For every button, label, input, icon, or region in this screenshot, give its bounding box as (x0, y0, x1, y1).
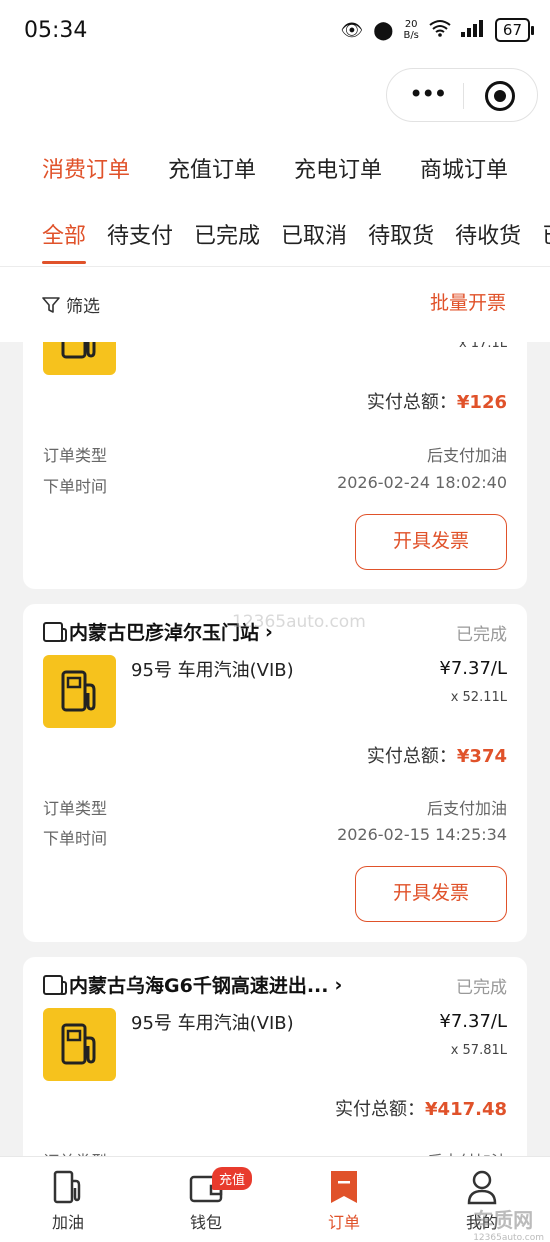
net-speed: 20 B/s (403, 19, 418, 41)
issue-invoice-button[interactable]: 开具发票 (355, 514, 507, 570)
total-label: 实付总额： (366, 746, 457, 767)
fuel-pump-icon (43, 1008, 116, 1081)
more-icon[interactable]: ••• (409, 82, 447, 106)
order-type-label: 订单类型 (43, 799, 108, 818)
order-type-label: 订单类型 (43, 446, 108, 465)
order-card[interactable]: 内蒙古乌海G6千钢高速进出... › 已完成 95号 车用汽油(VIB) ¥7.… (23, 957, 527, 1177)
status-icons: 👁 ⬤ 20 B/s 67 (340, 18, 535, 42)
order-time-label: 下单时间 (43, 477, 108, 496)
order-quantity: x 52.11L (450, 690, 507, 705)
order-time-value: 2026-02-15 14:25:34 (337, 825, 507, 844)
recharge-badge: 充值 (212, 1167, 253, 1190)
order-type-value: 后支付加油 (426, 799, 507, 818)
nav-label: 加油 (51, 1213, 84, 1232)
order-type-value: 后支付加油 (426, 446, 507, 465)
tab-charging-orders[interactable]: 充电订单 (294, 152, 382, 184)
tab-pending-payment[interactable]: 待支付 (107, 218, 173, 250)
net-speed-unit: B/s (403, 30, 419, 41)
order-quantity: x 57.81L (450, 1043, 507, 1058)
fuel-pump-icon (43, 655, 116, 728)
batch-invoice-button[interactable]: 批量开票 (430, 288, 506, 315)
tab-completed[interactable]: 已完成 (194, 218, 260, 250)
order-total: 实付总额：¥126 (367, 388, 507, 414)
order-category-tabs: 消费订单 充值订单 充电订单 商城订单 (42, 152, 508, 184)
order-status-tabs: 全部 待支付 已完成 已取消 待取货 待收货 已 (42, 218, 550, 264)
bottom-nav: 加油 充值 钱包 订单 我的 (0, 1156, 550, 1242)
bookmark-icon (294, 1169, 394, 1205)
tab-all[interactable]: 全部 (42, 218, 87, 264)
nav-label: 订单 (327, 1213, 360, 1232)
watermark: 12365auto.com (232, 612, 366, 632)
order-card[interactable]: x 17.1L 实付总额：¥126 订单类型 后支付加油 下单时间 2026-0… (23, 342, 527, 589)
nav-label: 钱包 (189, 1213, 222, 1232)
filter-button[interactable]: 筛选 (42, 292, 100, 317)
location-icon: ⬤ (373, 19, 394, 41)
order-time-label: 下单时间 (43, 829, 108, 848)
product-name: 95号 车用汽油(VIB) (131, 1013, 294, 1034)
corner-watermark-logo: 车质网 12365auto.com (473, 1204, 544, 1242)
tab-pending-pickup[interactable]: 待取货 (368, 218, 434, 250)
total-label: 实付总额： (335, 1099, 426, 1120)
funnel-icon (42, 296, 60, 313)
tabs-divider (0, 266, 550, 267)
close-miniprogram-icon[interactable] (485, 81, 515, 111)
order-time-value: 2026-02-24 18:02:40 (337, 473, 507, 492)
order-quantity: x 17.1L (458, 342, 507, 351)
unit-price: ¥7.37/L (439, 658, 507, 679)
station-name: 内蒙古乌海G6千钢高速进出... (69, 975, 329, 997)
unit-price: ¥7.37/L (439, 1011, 507, 1032)
battery-icon: 67 (494, 18, 535, 42)
issue-invoice-button[interactable]: 开具发票 (355, 866, 507, 922)
order-total: 实付总额：¥374 (367, 742, 507, 768)
total-amount: ¥126 (456, 392, 507, 413)
tab-cancelled[interactable]: 已取消 (281, 218, 347, 250)
tab-more-status[interactable]: 已 (542, 218, 550, 250)
fuel-pump-icon (43, 342, 116, 375)
tab-pending-receipt[interactable]: 待收货 (455, 218, 521, 250)
station-name-link[interactable]: 内蒙古乌海G6千钢高速进出... › (43, 971, 342, 998)
order-status: 已完成 (456, 625, 507, 645)
order-total: 实付总额：¥417.48 (335, 1095, 507, 1121)
tab-mall-orders[interactable]: 商城订单 (420, 152, 508, 184)
nav-item-fuel[interactable]: 加油 (18, 1169, 118, 1233)
tab-recharge-orders[interactable]: 充值订单 (168, 152, 256, 184)
net-speed-value: 20 (404, 19, 418, 30)
nav-item-orders[interactable]: 订单 (294, 1169, 394, 1233)
eye-icon: 👁 (340, 19, 364, 41)
station-name: 内蒙古巴彦淖尔玉门站 (69, 622, 260, 644)
chevron-right-icon: › (334, 973, 343, 996)
order-status: 已完成 (456, 978, 507, 998)
filter-label: 筛选 (66, 297, 100, 317)
corner-logo-url: 12365auto.com (473, 1233, 544, 1242)
nav-item-wallet[interactable]: 充值 钱包 (156, 1167, 256, 1233)
capsule-divider (463, 83, 464, 109)
station-pump-icon (43, 974, 67, 995)
signal-icon (460, 19, 485, 42)
order-card[interactable]: 内蒙古巴彦淖尔玉门站 › 已完成 95号 车用汽油(VIB) ¥7.37/L x… (23, 604, 527, 942)
station-pump-icon (43, 621, 67, 642)
status-time: 05:34 (24, 18, 88, 43)
tab-consumption-orders[interactable]: 消费订单 (42, 152, 130, 184)
total-amount: ¥374 (456, 746, 507, 767)
total-label: 实付总额： (366, 392, 457, 413)
product-name: 95号 车用汽油(VIB) (131, 660, 294, 681)
corner-logo-name: 车质网 (473, 1208, 534, 1232)
status-bar: 05:34 👁 ⬤ 20 B/s 67 (0, 0, 550, 62)
user-icon (432, 1169, 532, 1205)
top-area: 05:34 👁 ⬤ 20 B/s 67 ••• 消费订单 充值订单 充电订单 商… (0, 0, 550, 342)
total-amount: ¥417.48 (425, 1099, 507, 1120)
miniprogram-capsule: ••• (386, 68, 538, 122)
fuel-pump-icon (18, 1169, 118, 1205)
wifi-icon (429, 19, 451, 42)
